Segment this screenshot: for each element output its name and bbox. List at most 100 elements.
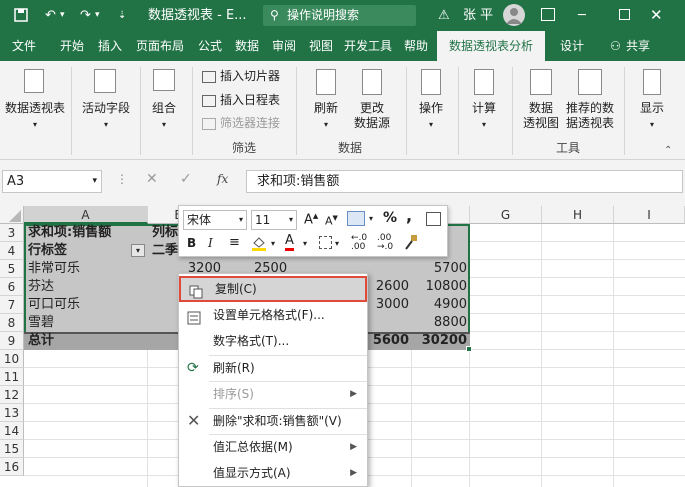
menu-item-copy[interactable]: 复制(C) (179, 276, 367, 302)
cell-a9[interactable]: 总计 (28, 332, 146, 350)
save-icon[interactable] (14, 0, 28, 31)
cell-f7[interactable]: 4900 (412, 296, 470, 314)
search-box[interactable]: ⚲ 操作说明搜索 (263, 5, 416, 26)
tab-formulas[interactable]: 公式 (192, 31, 228, 61)
cell-a4[interactable]: 行标签 (28, 242, 118, 260)
cancel-icon[interactable]: ✕ (146, 171, 158, 187)
chevron-down-icon[interactable]: ▾ (335, 239, 339, 248)
avatar[interactable] (503, 4, 525, 26)
row-header[interactable]: 15 (0, 440, 24, 458)
group-button[interactable]: 组合 ▾ (144, 101, 184, 132)
cell-a7[interactable]: 可口可乐 (28, 296, 146, 314)
row-header[interactable]: 7 (0, 296, 24, 314)
decrease-decimal-icon[interactable]: .00 →.0 (377, 234, 393, 252)
tab-developer[interactable]: 开发工具 (340, 31, 396, 61)
row-header[interactable]: 8 (0, 314, 24, 332)
column-header-h[interactable]: H (542, 206, 614, 224)
warning-icon[interactable]: ⚠ (438, 0, 450, 31)
bold-icon[interactable]: B (187, 236, 196, 250)
comma-style-icon[interactable]: , (406, 206, 412, 225)
insert-slicer-button[interactable]: 插入切片器 (202, 69, 280, 84)
row-header[interactable]: 12 (0, 386, 24, 404)
column-header-a[interactable]: A (24, 206, 148, 224)
accounting-format-icon[interactable] (347, 211, 365, 226)
tab-design[interactable]: 设计 (552, 31, 592, 61)
row-header[interactable]: 14 (0, 422, 24, 440)
row-header[interactable]: 4 (0, 242, 24, 260)
undo-dropdown-icon[interactable]: ▾ (60, 0, 65, 31)
calculate-button[interactable]: 计算 ▾ (464, 101, 504, 132)
font-color-icon[interactable]: A (285, 233, 294, 251)
name-box[interactable]: A3 ▾ (2, 170, 102, 193)
chevron-down-icon[interactable]: ▾ (271, 239, 275, 248)
format-painter-icon[interactable] (403, 234, 419, 250)
menu-item-number-format[interactable]: 数字格式(T)... (179, 328, 367, 354)
increase-decimal-icon[interactable]: ←.0.00 (351, 234, 367, 252)
percent-style-icon[interactable]: % (383, 210, 397, 226)
show-button[interactable]: 显示 ▾ (632, 101, 672, 132)
cell-f8[interactable]: 8800 (412, 314, 470, 332)
collapse-ribbon-icon[interactable]: ⌃ (664, 145, 672, 156)
menu-item-refresh[interactable]: ⟳ 刷新(R) (179, 355, 367, 381)
increase-font-icon[interactable]: A▲ (304, 212, 318, 227)
row-header[interactable]: 10 (0, 350, 24, 368)
font-name-select[interactable]: 宋体 ▾ (183, 210, 247, 230)
cell-b3[interactable]: 列标 (152, 224, 180, 242)
tab-help[interactable]: 帮助 (398, 31, 434, 61)
insert-timeline-button[interactable]: 插入日程表 (202, 93, 280, 108)
cell-f5[interactable]: 5700 (412, 260, 470, 278)
more-icon[interactable]: ⋮ (116, 172, 128, 186)
pivot-chart-button[interactable]: 数据 透视图 (518, 101, 564, 131)
change-source-button[interactable]: 更改 数据源 (346, 101, 398, 131)
customize-toolbar-icon[interactable]: ⇣ (118, 0, 126, 31)
formula-input[interactable]: 求和项:销售额 (246, 170, 683, 193)
cell-a3[interactable]: 求和项:销售额 (28, 224, 148, 242)
tab-data[interactable]: 数据 (230, 31, 264, 61)
font-size-select[interactable]: 11 ▾ (251, 210, 297, 230)
menu-item-sort[interactable]: 排序(S) ▶ (179, 381, 367, 407)
format-painter-table-icon[interactable] (426, 212, 441, 226)
enter-icon[interactable]: ✓ (180, 171, 192, 187)
column-header-g[interactable]: G (470, 206, 542, 224)
minimize-icon[interactable]: ─ (578, 0, 586, 31)
italic-icon[interactable]: I (208, 236, 213, 250)
borders-icon[interactable] (319, 236, 332, 249)
ribbon-display-icon[interactable] (541, 8, 555, 21)
row-header[interactable]: 6 (0, 278, 24, 296)
refresh-button[interactable]: 刷新 ▾ (306, 101, 346, 132)
tab-page-layout[interactable]: 页面布局 (130, 31, 190, 61)
row-header[interactable]: 13 (0, 404, 24, 422)
menu-item-format-cells[interactable]: 设置单元格格式(F)... (179, 302, 367, 328)
share-button[interactable]: ⚇ 共享 (606, 31, 656, 61)
pivot-table-button[interactable]: 数据透视表 ▾ (2, 101, 68, 132)
chevron-down-icon[interactable]: ▾ (369, 214, 373, 223)
actions-button[interactable]: 操作 ▾ (411, 101, 451, 132)
close-icon[interactable]: ✕ (650, 0, 663, 31)
fill-color-icon[interactable] (251, 235, 267, 251)
undo-icon[interactable]: ↶ (45, 0, 56, 31)
cell-f9[interactable]: 30200 (412, 332, 470, 350)
align-center-icon[interactable]: ≡ (229, 235, 240, 250)
row-header[interactable]: 3 (0, 224, 24, 242)
tab-home[interactable]: 开始 (54, 31, 90, 61)
maximize-icon[interactable] (619, 9, 630, 20)
cell-a6[interactable]: 芬达 (28, 278, 146, 296)
column-header-i[interactable]: I (614, 206, 685, 224)
menu-item-remove-field[interactable]: ✕ 删除"求和项:销售额"(V) (179, 408, 367, 434)
active-field-button[interactable]: 活动字段 ▾ (76, 101, 136, 132)
redo-icon[interactable]: ↷ (80, 0, 91, 31)
row-header[interactable]: 9 (0, 332, 24, 350)
row-header[interactable]: 11 (0, 368, 24, 386)
tab-file[interactable]: 文件 (0, 31, 48, 61)
row-filter-dropdown-icon[interactable]: ▾ (131, 244, 145, 257)
tab-view[interactable]: 视图 (304, 31, 338, 61)
cell-a5[interactable]: 非常可乐 (28, 260, 146, 278)
filter-connections-button[interactable]: 筛选器连接 (202, 116, 280, 131)
redo-dropdown-icon[interactable]: ▾ (95, 0, 100, 31)
tab-insert[interactable]: 插入 (92, 31, 128, 61)
tab-pivot-analyze[interactable]: 数据透视表分析 (437, 31, 545, 61)
recommended-pivot-button[interactable]: 推荐的数 据透视表 (562, 101, 618, 131)
cell-a8[interactable]: 雪碧 (28, 314, 146, 332)
decrease-font-icon[interactable]: A▼ (325, 214, 338, 228)
cell-f6[interactable]: 10800 (412, 278, 470, 296)
